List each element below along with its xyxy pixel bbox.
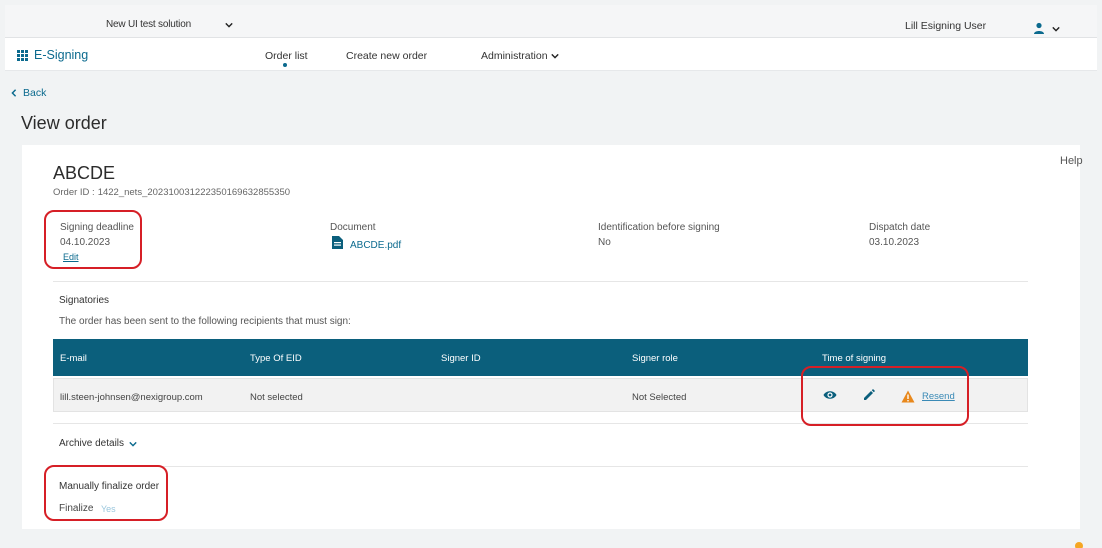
nav-order-list[interactable]: Order list bbox=[265, 50, 308, 62]
archive-details-toggle[interactable]: Archive details bbox=[59, 438, 137, 449]
user-name: Lill Esigning User bbox=[905, 20, 987, 32]
finalize-title: Manually finalize order bbox=[59, 481, 160, 492]
column-header-time-of-signing: Time of signing bbox=[822, 353, 887, 364]
column-header-eid: Type Of EID bbox=[250, 353, 302, 364]
divider bbox=[53, 423, 1028, 424]
finalize-yes-link[interactable]: Yes bbox=[101, 504, 116, 514]
warning-icon bbox=[901, 390, 915, 403]
main-nav: E-Signing Order list Create new order Ad… bbox=[5, 38, 1097, 71]
cell-email: lill.steen-johnsen@nexigroup.com bbox=[60, 392, 203, 403]
signatories-description: The order has been sent to the following… bbox=[59, 316, 351, 327]
notification-dot bbox=[1075, 542, 1083, 548]
order-id: Order ID : 1422_nets_2023100312223501696… bbox=[53, 187, 290, 198]
solution-selector[interactable]: New UI test solution bbox=[106, 19, 191, 30]
document-label: Document bbox=[330, 222, 376, 233]
back-label: Back bbox=[23, 87, 47, 99]
user-icon[interactable] bbox=[1033, 22, 1045, 34]
cell-eid: Not selected bbox=[250, 392, 303, 403]
nav-administration[interactable]: Administration bbox=[481, 50, 559, 62]
archive-details-label: Archive details bbox=[59, 438, 125, 449]
chevron-left-icon bbox=[11, 89, 17, 97]
column-header-signer-id: Signer ID bbox=[441, 353, 481, 364]
order-id-label: Order ID : bbox=[53, 187, 95, 198]
nav-create-new-order[interactable]: Create new order bbox=[346, 50, 427, 62]
divider bbox=[53, 466, 1028, 467]
chevron-down-icon bbox=[129, 441, 137, 447]
document-link[interactable]: ABCDE.pdf bbox=[350, 240, 401, 251]
identification-label: Identification before signing bbox=[598, 222, 720, 233]
page-title: View order bbox=[21, 113, 107, 133]
resend-link[interactable]: Resend bbox=[922, 391, 955, 402]
brand-label: E-Signing bbox=[34, 48, 89, 62]
finalize-label: Finalize bbox=[59, 503, 94, 514]
dispatch-date-label: Dispatch date bbox=[869, 222, 931, 233]
pencil-icon[interactable] bbox=[863, 389, 875, 401]
eye-icon[interactable] bbox=[823, 389, 837, 401]
document-icon bbox=[332, 236, 343, 249]
identification-value: No bbox=[598, 237, 611, 248]
column-header-email: E-mail bbox=[60, 353, 87, 364]
order-id-value: 1422_nets_202310031222350169632855350 bbox=[97, 187, 291, 198]
help-link[interactable]: Help bbox=[1060, 155, 1083, 167]
table-row: lill.steen-johnsen@nexigroup.com Not sel… bbox=[53, 378, 1028, 412]
chevron-down-icon[interactable] bbox=[225, 21, 233, 29]
signing-deadline-value: 04.10.2023 bbox=[60, 237, 111, 248]
brand[interactable]: E-Signing bbox=[17, 48, 88, 62]
apps-grid-icon[interactable] bbox=[17, 49, 28, 61]
divider bbox=[53, 281, 1028, 282]
nav-administration-label: Administration bbox=[481, 50, 548, 62]
order-card bbox=[22, 145, 1080, 529]
order-title: ABCDE bbox=[53, 163, 116, 183]
chevron-down-icon bbox=[550, 53, 559, 59]
active-nav-indicator bbox=[283, 63, 287, 67]
back-link[interactable]: Back bbox=[10, 87, 46, 99]
cell-signer-role: Not Selected bbox=[632, 392, 687, 403]
table-header: E-mail Type Of EID Signer ID Signer role… bbox=[53, 339, 1028, 376]
dispatch-date-value: 03.10.2023 bbox=[869, 237, 920, 248]
column-header-signer-role: Signer role bbox=[632, 353, 678, 364]
edit-deadline-link[interactable]: Edit bbox=[63, 252, 79, 262]
chevron-down-icon[interactable] bbox=[1052, 25, 1060, 33]
top-bar: New UI test solution Lill Esigning User bbox=[5, 5, 1097, 38]
signing-deadline-label: Signing deadline bbox=[60, 222, 134, 233]
signatories-title: Signatories bbox=[59, 295, 110, 306]
